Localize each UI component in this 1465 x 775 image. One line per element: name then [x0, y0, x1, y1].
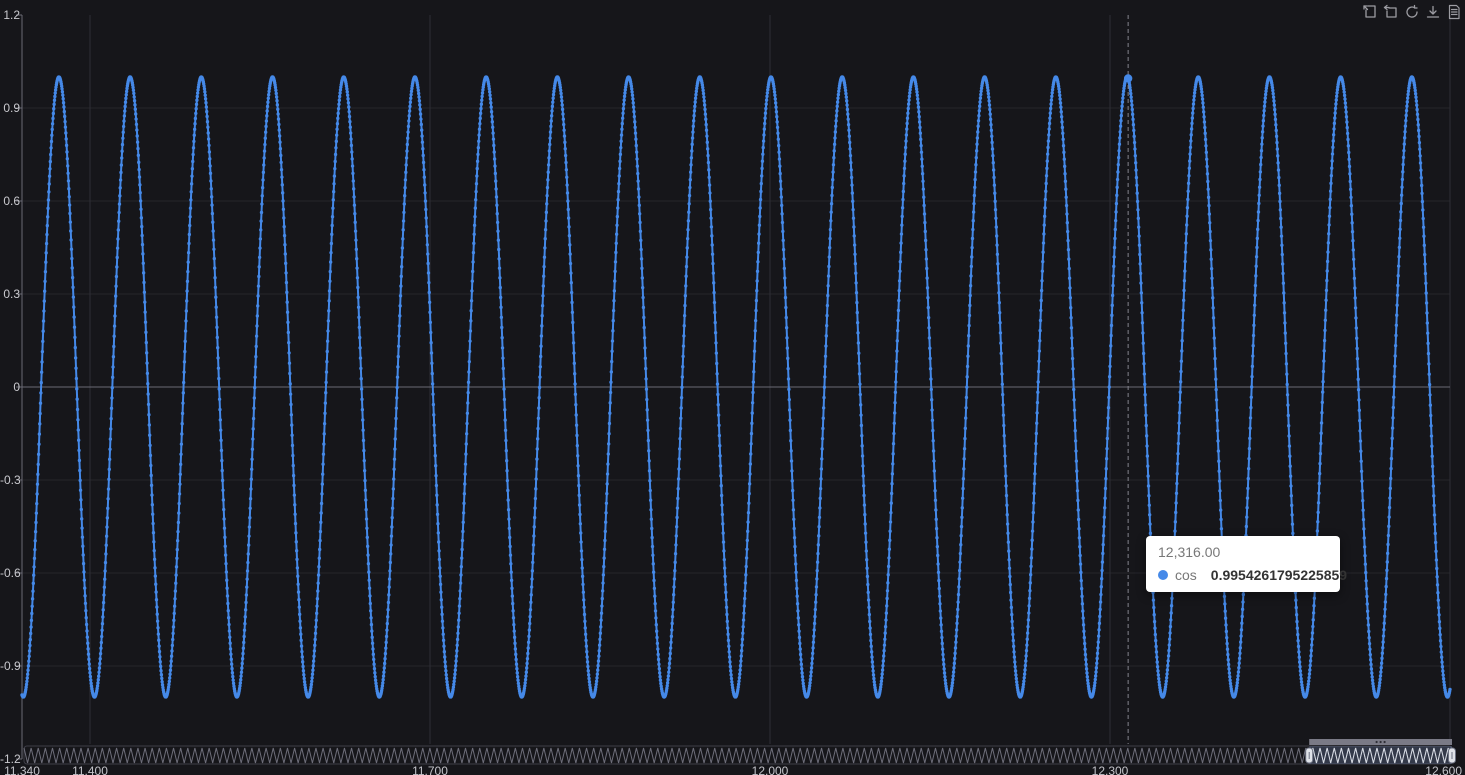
x-axis-label: 11,400: [72, 764, 108, 775]
move-handle-dots-icon: [1383, 740, 1386, 744]
toolbox: [1362, 4, 1462, 20]
tooltip-title: 12,316.00: [1158, 544, 1221, 560]
x-axis-label: 12,300: [1091, 764, 1129, 775]
tooltip-series-label: cos: [1175, 567, 1197, 583]
x-axis-label: 12,000: [751, 764, 789, 775]
move-handle-dots-icon: [1375, 740, 1378, 744]
y-axis-label: 0.9: [3, 101, 20, 115]
tooltip-series-row: cos 0.9954261795225859: [1158, 567, 1347, 583]
zoom-select-icon[interactable]: [1362, 4, 1378, 20]
x-axis-label: 11,700: [412, 764, 448, 775]
y-axis-label: 0.3: [3, 287, 20, 301]
chart-stage: 1.2 0.9 0.6 0.3 0 -0.3 -0.6 -0.9 -1.2 11,340 11,40…: [0, 0, 1465, 775]
x-axis-label: 12,600: [1425, 764, 1462, 775]
series-marker-dot: [1158, 570, 1168, 580]
y-axis-label: -0.3: [0, 473, 21, 487]
zoom-reset-icon[interactable]: [1383, 4, 1399, 20]
y-axis-label: 1.2: [3, 8, 20, 22]
data-view-icon[interactable]: [1446, 4, 1462, 20]
restore-icon[interactable]: [1404, 4, 1420, 20]
y-axis-label: 0: [13, 380, 20, 394]
hovered-data-point[interactable]: [1123, 74, 1133, 83]
y-axis-label: -0.9: [0, 659, 21, 673]
y-axis-label: 0.6: [3, 194, 20, 208]
tooltip-series-value: 0.9954261795225859: [1210, 567, 1348, 583]
datazoom-mini-wave: [23, 747, 1453, 764]
y-axis-label: -0.6: [0, 566, 21, 580]
save-image-icon[interactable]: [1425, 4, 1441, 20]
x-axis-label: 11,340: [4, 764, 40, 775]
chart-canvas[interactable]: [0, 0, 1465, 775]
move-handle-dots-icon: [1379, 740, 1382, 744]
tooltip: 12,316.00 cos 0.9954261795225859: [1146, 536, 1347, 592]
